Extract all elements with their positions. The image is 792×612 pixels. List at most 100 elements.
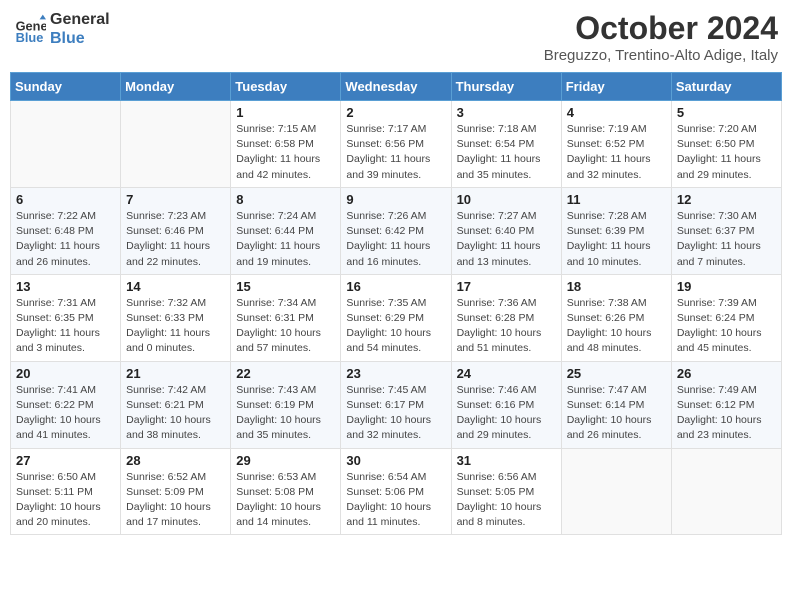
day-header-saturday: Saturday <box>671 73 781 101</box>
cell-info: Sunrise: 7:31 AM Sunset: 6:35 PM Dayligh… <box>16 296 115 357</box>
logo-icon: General Blue <box>14 13 46 45</box>
logo-general: General <box>50 10 110 29</box>
calendar-cell: 28 Sunrise: 6:52 AM Sunset: 5:09 PM Dayli… <box>121 448 231 535</box>
calendar-table: SundayMondayTuesdayWednesdayThursdayFrid… <box>10 72 782 535</box>
calendar-cell: 20Sunrise: 7:41 AM Sunset: 6:22 PM Dayli… <box>11 361 121 448</box>
cell-info: Sunrise: 6:52 AM Sunset: 5:09 PM Dayligh… <box>126 470 225 531</box>
calendar-cell: 9 Sunrise: 7:26 AM Sunset: 6:42 PM Daylig… <box>341 187 451 274</box>
day-number: 17 <box>457 279 556 294</box>
cell-info: Sunrise: 7:38 AM Sunset: 6:26 PM Dayligh… <box>567 296 666 357</box>
day-header-thursday: Thursday <box>451 73 561 101</box>
calendar-cell: 13 Sunrise: 7:31 AM Sunset: 6:35 PM Dayli… <box>11 274 121 361</box>
calendar-cell <box>671 448 781 535</box>
logo: General Blue General Blue <box>14 10 110 48</box>
cell-info: Sunrise: 7:49 AM Sunset: 6:12 PM Dayligh… <box>677 383 776 444</box>
day-number: 11 <box>567 192 666 207</box>
cell-info: Sunrise: 6:50 AM Sunset: 5:11 PM Dayligh… <box>16 470 115 531</box>
day-number: 7 <box>126 192 225 207</box>
calendar-week-row: 27 Sunrise: 6:50 AM Sunset: 5:11 PM Dayli… <box>11 448 782 535</box>
day-number: 2 <box>346 105 445 120</box>
cell-info: Sunrise: 6:53 AM Sunset: 5:08 PM Dayligh… <box>236 470 335 531</box>
calendar-cell: 2 Sunrise: 7:17 AM Sunset: 6:56 PM Daylig… <box>341 101 451 188</box>
calendar-cell: 8Sunrise: 7:24 AM Sunset: 6:44 PM Daylig… <box>231 187 341 274</box>
calendar-cell: 14 Sunrise: 7:32 AM Sunset: 6:33 PM Dayli… <box>121 274 231 361</box>
day-number: 3 <box>457 105 556 120</box>
cell-info: Sunrise: 7:43 AM Sunset: 6:19 PM Dayligh… <box>236 383 335 444</box>
day-number: 26 <box>677 366 776 381</box>
calendar-cell: 15 Sunrise: 7:34 AM Sunset: 6:31 PM Dayli… <box>231 274 341 361</box>
calendar-cell: 12Sunrise: 7:30 AM Sunset: 6:37 PM Dayli… <box>671 187 781 274</box>
day-number: 21 <box>126 366 225 381</box>
calendar-cell: 18Sunrise: 7:38 AM Sunset: 6:26 PM Dayli… <box>561 274 671 361</box>
day-number: 10 <box>457 192 556 207</box>
day-header-monday: Monday <box>121 73 231 101</box>
location: Breguzzo, Trentino-Alto Adige, Italy <box>544 47 778 64</box>
calendar-week-row: 6Sunrise: 7:22 AM Sunset: 6:48 PM Daylig… <box>11 187 782 274</box>
day-number: 29 <box>236 453 335 468</box>
cell-info: Sunrise: 6:54 AM Sunset: 5:06 PM Dayligh… <box>346 470 445 531</box>
day-number: 16 <box>346 279 445 294</box>
calendar-cell: 31 Sunrise: 6:56 AM Sunset: 5:05 PM Dayli… <box>451 448 561 535</box>
day-number: 23 <box>346 366 445 381</box>
calendar-header-row: SundayMondayTuesdayWednesdayThursdayFrid… <box>11 73 782 101</box>
calendar-cell: 3 Sunrise: 7:18 AM Sunset: 6:54 PM Daylig… <box>451 101 561 188</box>
day-number: 13 <box>16 279 115 294</box>
day-number: 24 <box>457 366 556 381</box>
cell-info: Sunrise: 7:36 AM Sunset: 6:28 PM Dayligh… <box>457 296 556 357</box>
day-number: 15 <box>236 279 335 294</box>
month-year: October 2024 <box>544 10 778 47</box>
day-number: 5 <box>677 105 776 120</box>
calendar-cell: 10 Sunrise: 7:27 AM Sunset: 6:40 PM Dayli… <box>451 187 561 274</box>
calendar-cell: 6Sunrise: 7:22 AM Sunset: 6:48 PM Daylig… <box>11 187 121 274</box>
cell-info: Sunrise: 7:26 AM Sunset: 6:42 PM Dayligh… <box>346 209 445 270</box>
cell-info: Sunrise: 7:34 AM Sunset: 6:31 PM Dayligh… <box>236 296 335 357</box>
cell-info: Sunrise: 7:35 AM Sunset: 6:29 PM Dayligh… <box>346 296 445 357</box>
cell-info: Sunrise: 7:18 AM Sunset: 6:54 PM Dayligh… <box>457 122 556 183</box>
calendar-cell: 17 Sunrise: 7:36 AM Sunset: 6:28 PM Dayli… <box>451 274 561 361</box>
day-number: 30 <box>346 453 445 468</box>
day-header-friday: Friday <box>561 73 671 101</box>
cell-info: Sunrise: 6:56 AM Sunset: 5:05 PM Dayligh… <box>457 470 556 531</box>
calendar-cell: 25Sunrise: 7:47 AM Sunset: 6:14 PM Dayli… <box>561 361 671 448</box>
calendar-cell: 11 Sunrise: 7:28 AM Sunset: 6:39 PM Dayli… <box>561 187 671 274</box>
cell-info: Sunrise: 7:30 AM Sunset: 6:37 PM Dayligh… <box>677 209 776 270</box>
cell-info: Sunrise: 7:20 AM Sunset: 6:50 PM Dayligh… <box>677 122 776 183</box>
day-number: 27 <box>16 453 115 468</box>
title-block: October 2024 Breguzzo, Trentino-Alto Adi… <box>544 10 778 64</box>
day-number: 25 <box>567 366 666 381</box>
cell-info: Sunrise: 7:45 AM Sunset: 6:17 PM Dayligh… <box>346 383 445 444</box>
day-number: 31 <box>457 453 556 468</box>
day-number: 14 <box>126 279 225 294</box>
day-number: 9 <box>346 192 445 207</box>
cell-info: Sunrise: 7:46 AM Sunset: 6:16 PM Dayligh… <box>457 383 556 444</box>
calendar-cell: 7Sunrise: 7:23 AM Sunset: 6:46 PM Daylig… <box>121 187 231 274</box>
cell-info: Sunrise: 7:22 AM Sunset: 6:48 PM Dayligh… <box>16 209 115 270</box>
cell-info: Sunrise: 7:15 AM Sunset: 6:58 PM Dayligh… <box>236 122 335 183</box>
day-header-sunday: Sunday <box>11 73 121 101</box>
calendar-cell <box>121 101 231 188</box>
cell-info: Sunrise: 7:41 AM Sunset: 6:22 PM Dayligh… <box>16 383 115 444</box>
calendar-cell: 1 Sunrise: 7:15 AM Sunset: 6:58 PM Daylig… <box>231 101 341 188</box>
day-header-wednesday: Wednesday <box>341 73 451 101</box>
day-number: 8 <box>236 192 335 207</box>
page-header: General Blue General Blue October 2024 B… <box>10 10 782 64</box>
calendar-cell: 23 Sunrise: 7:45 AM Sunset: 6:17 PM Dayli… <box>341 361 451 448</box>
day-number: 28 <box>126 453 225 468</box>
calendar-cell: 16 Sunrise: 7:35 AM Sunset: 6:29 PM Dayli… <box>341 274 451 361</box>
day-header-tuesday: Tuesday <box>231 73 341 101</box>
calendar-cell: 29 Sunrise: 6:53 AM Sunset: 5:08 PM Dayli… <box>231 448 341 535</box>
calendar-cell <box>11 101 121 188</box>
calendar-cell: 24 Sunrise: 7:46 AM Sunset: 6:16 PM Dayli… <box>451 361 561 448</box>
svg-text:Blue: Blue <box>16 30 44 45</box>
cell-info: Sunrise: 7:19 AM Sunset: 6:52 PM Dayligh… <box>567 122 666 183</box>
calendar-week-row: 13 Sunrise: 7:31 AM Sunset: 6:35 PM Dayli… <box>11 274 782 361</box>
cell-info: Sunrise: 7:17 AM Sunset: 6:56 PM Dayligh… <box>346 122 445 183</box>
cell-info: Sunrise: 7:27 AM Sunset: 6:40 PM Dayligh… <box>457 209 556 270</box>
cell-info: Sunrise: 7:32 AM Sunset: 6:33 PM Dayligh… <box>126 296 225 357</box>
calendar-cell: 22Sunrise: 7:43 AM Sunset: 6:19 PM Dayli… <box>231 361 341 448</box>
day-number: 1 <box>236 105 335 120</box>
logo-blue: Blue <box>50 29 110 48</box>
cell-info: Sunrise: 7:28 AM Sunset: 6:39 PM Dayligh… <box>567 209 666 270</box>
day-number: 19 <box>677 279 776 294</box>
calendar-cell <box>561 448 671 535</box>
